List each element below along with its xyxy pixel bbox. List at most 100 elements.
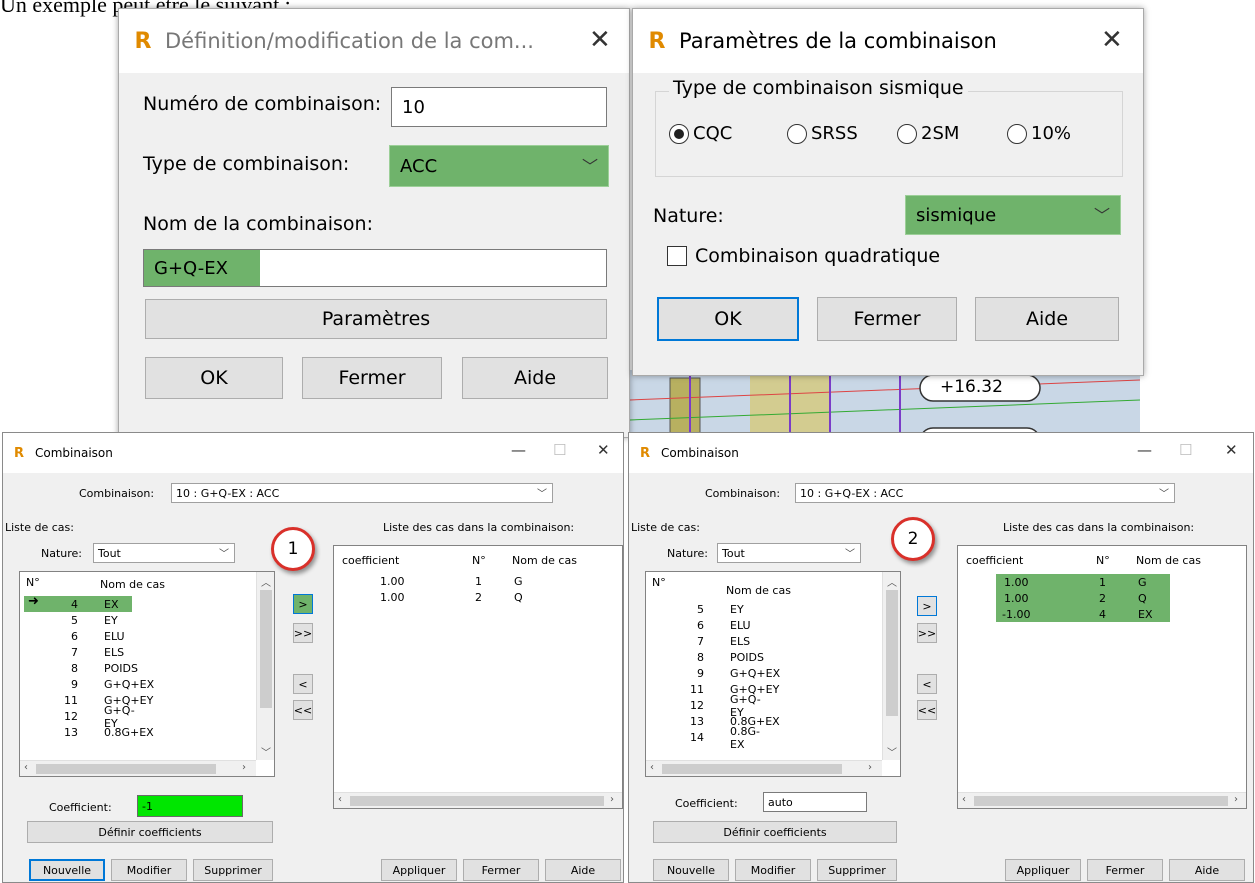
radio-srss[interactable]: SRSS <box>787 123 858 144</box>
scroll-down-icon[interactable]: ﹀ <box>261 744 271 759</box>
quadratique-checkbox[interactable]: Combinaison quadratique <box>667 245 940 267</box>
minimize-icon[interactable]: — <box>1137 441 1152 459</box>
vertical-scrollbar[interactable]: ︿ ﹀ <box>882 572 900 760</box>
window-title: Combinaison <box>661 446 739 460</box>
fermer-button[interactable]: Fermer <box>463 859 539 881</box>
ok-button[interactable]: OK <box>145 357 283 399</box>
close-icon[interactable]: ✕ <box>1101 27 1123 53</box>
combi-list[interactable]: coefficient N° Nom de cas 1.00 1 G 1.00 2 Q … <box>957 545 1247 809</box>
remove-all-button[interactable]: << <box>293 700 313 720</box>
aide-button[interactable]: Aide <box>545 859 621 881</box>
combinaison-select[interactable]: 10 : G+Q-EX : ACC ﹀ <box>795 483 1175 503</box>
fermer-button[interactable]: Fermer <box>817 297 957 341</box>
type-combo[interactable]: ACC ﹀ <box>389 145 609 187</box>
scroll-thumb[interactable] <box>886 590 898 716</box>
chevron-down-icon: ﹀ <box>845 549 855 560</box>
supprimer-button[interactable]: Supprimer <box>817 859 897 881</box>
cases-list[interactable]: N° Nom de cas ➜ 4 EX 5 EY 6 ELU 7 ELS 8 POIDS… <box>19 571 275 777</box>
add-button[interactable]: > <box>917 596 937 616</box>
liste-combi-label: Liste des cas dans la combinaison: <box>383 521 575 534</box>
scroll-thumb[interactable] <box>974 796 1228 806</box>
modifier-button[interactable]: Modifier <box>735 859 811 881</box>
vertical-scrollbar[interactable]: ︿ ﹀ <box>256 572 274 760</box>
structure-drawing <box>630 370 1140 440</box>
appliquer-button[interactable]: Appliquer <box>1005 859 1081 881</box>
add-button[interactable]: > <box>293 594 313 614</box>
coefficient-input[interactable]: -1 <box>137 795 243 817</box>
remove-button[interactable]: < <box>293 674 313 694</box>
fermer-button[interactable]: Fermer <box>302 357 442 399</box>
col-header-no: N° <box>1096 554 1110 567</box>
scroll-right-icon[interactable]: › <box>610 794 614 805</box>
scroll-up-icon[interactable]: ︿ <box>261 574 271 589</box>
cases-list[interactable]: N° Nom de cas 5 EY 6 ELU 7 ELS 8 POIDS 9 G+Q+… <box>645 571 901 777</box>
scroll-right-icon[interactable]: › <box>242 762 246 773</box>
close-icon[interactable]: ✕ <box>589 27 611 53</box>
combinaison-window-2: R Combinaison — ☐ ✕ Combinaison: 10 : G+… <box>628 432 1254 883</box>
horizontal-scrollbar[interactable]: ‹ › <box>20 760 256 776</box>
coefficient-label: Coefficient: <box>675 797 738 810</box>
ok-button[interactable]: OK <box>657 297 799 341</box>
radio-2sm[interactable]: 2SM <box>897 123 959 144</box>
close-icon[interactable]: ✕ <box>597 441 610 459</box>
numero-field[interactable]: 10 <box>391 87 607 127</box>
aide-button[interactable]: Aide <box>462 357 608 399</box>
horizontal-scrollbar[interactable]: ‹ › <box>646 760 882 776</box>
window-titlebar: R Combinaison <box>629 433 1253 473</box>
coefficient-input[interactable]: auto <box>763 792 867 812</box>
nature-label: Nature: <box>653 205 724 227</box>
combinaison-select[interactable]: 10 : G+Q-EX : ACC ﹀ <box>171 483 553 503</box>
liste-cas-label: Liste de cas: <box>631 521 700 534</box>
nature-combo[interactable]: sismique ﹀ <box>905 195 1121 235</box>
col-header-coef: coefficient <box>966 554 1024 567</box>
numero-label: Numéro de combinaison: <box>143 93 382 115</box>
parametres-button[interactable]: Paramètres <box>145 299 607 339</box>
nature-select[interactable]: Tout ﹀ <box>93 543 235 563</box>
robot-logo-icon: R <box>648 28 666 54</box>
nom-field[interactable]: G+Q-EX <box>143 249 607 287</box>
quadratique-label: Combinaison quadratique <box>695 245 941 267</box>
scroll-right-icon[interactable]: › <box>1234 794 1238 805</box>
nouvelle-button[interactable]: Nouvelle <box>653 859 729 881</box>
scroll-down-icon[interactable]: ﹀ <box>887 744 897 759</box>
scroll-left-icon[interactable]: ‹ <box>962 794 966 805</box>
maximize-icon[interactable]: ☐ <box>1179 441 1192 459</box>
nature-select-value: Tout <box>98 546 121 560</box>
scroll-thumb[interactable] <box>260 590 272 708</box>
scroll-right-icon[interactable]: › <box>868 762 872 773</box>
add-all-button[interactable]: >> <box>293 623 313 643</box>
horizontal-scrollbar[interactable]: ‹ › <box>958 792 1246 808</box>
scroll-left-icon[interactable]: ‹ <box>24 762 28 773</box>
nature-select[interactable]: Tout ﹀ <box>717 543 861 563</box>
nouvelle-button[interactable]: Nouvelle <box>29 859 105 881</box>
scroll-thumb[interactable] <box>662 764 842 774</box>
minimize-icon[interactable]: — <box>511 441 526 459</box>
radio-srss-label: SRSS <box>811 123 858 144</box>
add-all-button[interactable]: >> <box>917 623 937 643</box>
scroll-left-icon[interactable]: ‹ <box>650 762 654 773</box>
radio-cqc[interactable]: CQC <box>669 123 732 144</box>
remove-button[interactable]: < <box>917 674 937 694</box>
maximize-icon[interactable]: ☐ <box>553 441 566 459</box>
definir-coefficients-button[interactable]: Définir coefficients <box>653 821 897 843</box>
scroll-left-icon[interactable]: ‹ <box>338 794 342 805</box>
definition-dialog: R Définition/modification de la com... ✕… <box>118 8 630 438</box>
supprimer-button[interactable]: Supprimer <box>193 859 273 881</box>
scroll-up-icon[interactable]: ︿ <box>887 574 897 589</box>
horizontal-scrollbar[interactable]: ‹ › <box>334 792 622 808</box>
combinaison-select-value: 10 : G+Q-EX : ACC <box>800 486 904 500</box>
fermer-button[interactable]: Fermer <box>1087 859 1163 881</box>
aide-button[interactable]: Aide <box>1169 859 1245 881</box>
aide-button[interactable]: Aide <box>975 297 1119 341</box>
remove-all-button[interactable]: << <box>917 700 937 720</box>
modifier-button[interactable]: Modifier <box>111 859 187 881</box>
scroll-thumb[interactable] <box>36 764 216 774</box>
combi-list[interactable]: coefficient N° Nom de cas 1.00 1 G 1.00 2 Q … <box>333 545 623 809</box>
col-header-nom: Nom de cas <box>726 584 791 597</box>
scroll-thumb[interactable] <box>350 796 604 806</box>
appliquer-button[interactable]: Appliquer <box>381 859 457 881</box>
radio-10pct[interactable]: 10% <box>1007 123 1071 144</box>
definir-coefficients-button[interactable]: Définir coefficients <box>27 821 273 843</box>
close-icon[interactable]: ✕ <box>1225 441 1238 459</box>
type-combo-value: ACC <box>400 155 438 177</box>
